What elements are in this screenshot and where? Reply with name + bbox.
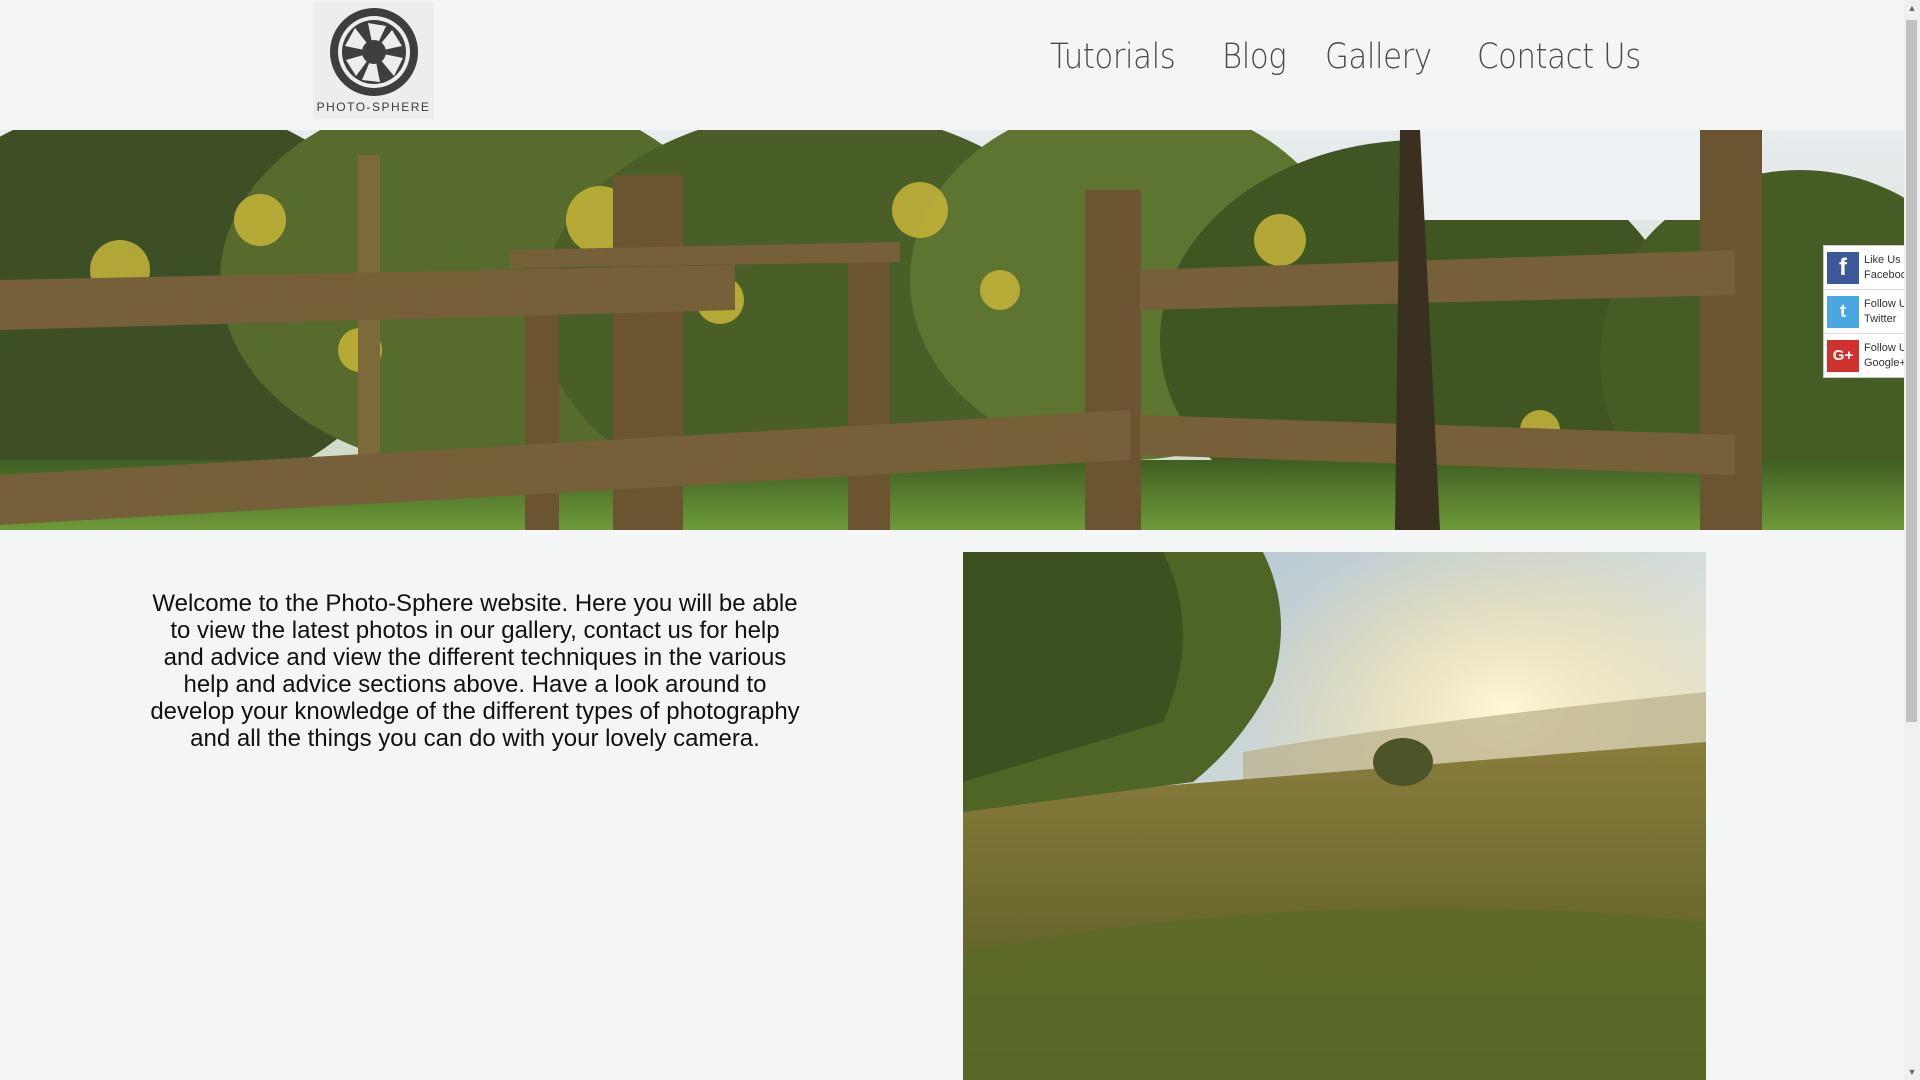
logo-text: PHOTO-SPHERE xyxy=(316,100,431,114)
site-logo[interactable]: PHOTO-SPHERE xyxy=(313,2,434,119)
facebook-icon: f xyxy=(1827,251,1859,284)
social-twitter-line1: Follow Us xyxy=(1864,297,1905,310)
welcome-text: Welcome to the Photo-Sphere website. Her… xyxy=(150,590,800,752)
social-facebook-line2: Facebook xyxy=(1864,268,1905,281)
social-google-line2: Google+ xyxy=(1864,356,1905,369)
hero-banner-image xyxy=(0,130,1904,530)
camera-aperture-icon xyxy=(329,8,418,96)
nav-link-contact-us[interactable]: Contact Us xyxy=(1477,30,1641,84)
site-header: PHOTO-SPHERE Tutorials Blog Gallery Cont… xyxy=(0,0,1904,129)
main-nav: Tutorials Blog Gallery Contact Us xyxy=(1050,30,1693,84)
google-plus-icon: G+ xyxy=(1827,339,1859,372)
nav-link-blog[interactable]: Blog xyxy=(1222,30,1287,84)
social-item-twitter[interactable]: t Follow Us Twitter xyxy=(1824,290,1905,334)
social-twitter-line2: Twitter xyxy=(1864,312,1897,325)
social-google-line1: Follow Us xyxy=(1864,341,1905,354)
scroll-down-icon[interactable]: ▼ xyxy=(1905,1065,1919,1079)
nav-link-tutorials[interactable]: Tutorials xyxy=(1050,30,1176,84)
social-facebook-line1: Like Us xyxy=(1864,253,1901,266)
social-item-facebook[interactable]: f Like Us Facebook xyxy=(1824,246,1905,290)
nav-link-gallery[interactable]: Gallery xyxy=(1325,30,1432,84)
scrollbar-thumb[interactable] xyxy=(1906,20,1917,722)
social-sidebar: f Like Us Facebook t Follow Us Twitter G… xyxy=(1823,245,1905,378)
scroll-up-icon[interactable]: ▲ xyxy=(1905,1,1919,15)
twitter-icon: t xyxy=(1827,295,1859,328)
social-item-google-plus[interactable]: G+ Follow Us Google+ xyxy=(1824,334,1905,377)
featured-landscape-photo xyxy=(963,552,1706,1080)
